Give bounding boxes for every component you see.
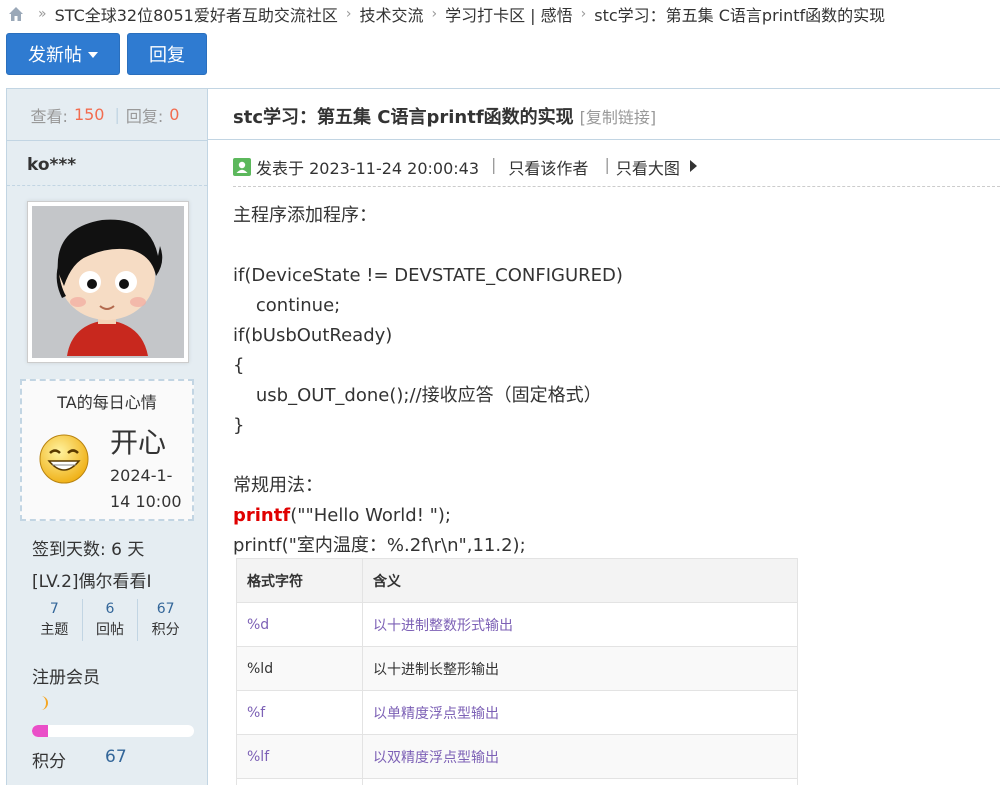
points-label: 积分: [32, 752, 66, 772]
table-row: [236, 778, 798, 785]
user-stats: 7 主题 6 回帖 67 积分: [27, 599, 193, 641]
content-line: 主程序添加程序：: [233, 205, 377, 226]
sign-in-days: 签到天数: 6 天: [32, 540, 145, 560]
table-cell-meaning: [362, 778, 798, 785]
table-row: %lf 以双精度浮点型输出: [236, 734, 798, 779]
post-title-text: stc学习：第五集 C语言printf函数的实现: [233, 107, 574, 128]
only-author-link[interactable]: 只看该作者: [508, 155, 588, 179]
content-line: if(bUsbOutReady): [233, 325, 393, 346]
only-large-image-link[interactable]: 只看大图: [616, 155, 680, 179]
mood-date: 2024-1-14 10:00: [110, 466, 182, 511]
breadcrumb-tech-exchange[interactable]: 技术交流: [359, 2, 423, 26]
breadcrumb-separator: »: [38, 6, 47, 22]
breadcrumb-forum-home[interactable]: STC全球32位8051爱好者互助交流社区: [55, 2, 338, 26]
post-date: 发表于 2023-11-24 20:00:43: [256, 159, 480, 178]
meta-separator: |: [491, 155, 497, 174]
author-sidebar: 查看: 150 | 回复: 0 ko*** TA的每日心情 开心 2024-1-…: [6, 88, 208, 785]
meta-separator: |: [604, 155, 610, 174]
table-header-format: 格式字符: [236, 558, 363, 603]
divider: [7, 185, 207, 186]
reply-label: 回复: [149, 45, 185, 66]
stat-points-label: 积分: [151, 622, 180, 638]
table-header-row: 格式字符 含义: [236, 558, 798, 603]
breadcrumb-separator: ›: [345, 6, 352, 22]
level-progress-fill: [32, 725, 49, 737]
level-progress-bar: [32, 725, 194, 737]
stat-replies-count: 6: [105, 601, 115, 617]
mood-text: 开心: [110, 426, 167, 459]
content-line: [233, 441, 993, 471]
mood-title: TA的每日心情: [57, 393, 157, 412]
stat-replies[interactable]: 6 回帖: [83, 599, 139, 641]
user-online-icon: [233, 158, 251, 176]
table-cell-meaning: 以十进制整数形式输出: [362, 602, 798, 647]
table-row: %d 以十进制整数形式输出: [236, 602, 798, 647]
breadcrumb-current-thread[interactable]: stc学习：第五集 C语言printf函数的实现: [594, 2, 885, 26]
table-cell-code: %ld: [236, 646, 363, 691]
smiley-icon: [39, 434, 89, 484]
replies-label: 回复:: [125, 106, 164, 126]
replies-count: 0: [169, 105, 180, 124]
content-line: [233, 231, 993, 261]
post-meta: 发表于 2023-11-24 20:00:43 | 只看该作者 | 只看大图: [233, 155, 1000, 187]
member-group[interactable]: 注册会员: [32, 663, 100, 688]
breadcrumb-separator: ›: [431, 6, 438, 22]
thread-stats: 查看: 150 | 回复: 0: [7, 89, 207, 141]
table-row: %f 以单精度浮点型输出: [236, 690, 798, 735]
table-cell-code: %d: [236, 602, 363, 647]
content-line: continue;: [233, 295, 341, 316]
home-icon[interactable]: [8, 6, 24, 22]
new-post-label: 发新帖: [28, 45, 82, 66]
content-line: }: [233, 415, 245, 436]
caret-right-icon[interactable]: [689, 160, 697, 172]
format-specifier-table: 格式字符 含义 %d 以十进制整数形式输出 %ld 以十进制长整形输出 %f 以…: [236, 558, 798, 785]
printf-keyword: printf: [233, 505, 291, 526]
content-line-printf: printf(""Hello World! ");: [233, 501, 993, 531]
content-line: {: [233, 355, 245, 376]
author-name[interactable]: ko***: [27, 155, 76, 175]
breadcrumb-separator: ›: [580, 6, 587, 22]
chevron-down-icon: [88, 52, 98, 58]
breadcrumb: » STC全球32位8051爱好者互助交流社区 › 技术交流 › 学习打卡区 |…: [8, 3, 885, 25]
views-count: 150: [73, 105, 105, 124]
table-cell-code: [236, 778, 363, 785]
table-cell-meaning: 以十进制长整形输出: [362, 646, 798, 691]
table-cell-code: %f: [236, 690, 363, 735]
stats-divider: |: [114, 105, 120, 124]
stat-topics[interactable]: 7 主题: [27, 599, 83, 641]
stat-topics-count: 7: [49, 601, 59, 617]
content-line: 常规用法：: [233, 475, 323, 496]
new-post-button[interactable]: 发新帖: [6, 33, 120, 75]
post-title: stc学习：第五集 C语言printf函数的实现 [复制链接]: [233, 103, 656, 129]
reply-button[interactable]: 回复: [127, 33, 207, 75]
content-line: usb_OUT_done();//接收应答（固定格式）: [233, 385, 602, 406]
breadcrumb-study-checkin[interactable]: 学习打卡区 | 感悟: [445, 2, 573, 26]
views-label: 查看:: [30, 106, 68, 126]
table-cell-meaning: 以单精度浮点型输出: [362, 690, 798, 735]
avatar-cartoon-icon: [32, 206, 182, 356]
content-line: if(DeviceState != DEVSTATE_CONFIGURED): [233, 265, 623, 286]
printf-args: (""Hello World! ");: [290, 505, 452, 526]
content-line: printf("室内温度：%.2f\r\n",11.2);: [233, 535, 526, 556]
table-cell-meaning: 以双精度浮点型输出: [362, 734, 798, 779]
table-row: %ld 以十进制长整形输出: [236, 646, 798, 691]
user-level[interactable]: [LV.2]偶尔看看I: [32, 567, 152, 592]
stat-points-count: 67: [156, 601, 175, 617]
copy-link-button[interactable]: [复制链接]: [580, 108, 657, 127]
stat-topics-label: 主题: [40, 622, 69, 638]
post-content: 主程序添加程序： if(DeviceState != DEVSTATE_CONF…: [233, 201, 993, 561]
post-title-bar: stc学习：第五集 C语言printf函数的实现 [复制链接]: [208, 88, 1000, 140]
stat-replies-label: 回帖: [96, 622, 124, 638]
points-value: 67: [105, 747, 127, 767]
moon-icon: [41, 696, 48, 710]
table-header-meaning: 含义: [362, 558, 798, 603]
table-cell-code: %lf: [236, 734, 363, 779]
daily-mood-box: TA的每日心情 开心 2024-1-14 10:00: [20, 379, 194, 521]
stat-points[interactable]: 67 积分: [138, 599, 193, 641]
avatar[interactable]: [27, 201, 189, 363]
